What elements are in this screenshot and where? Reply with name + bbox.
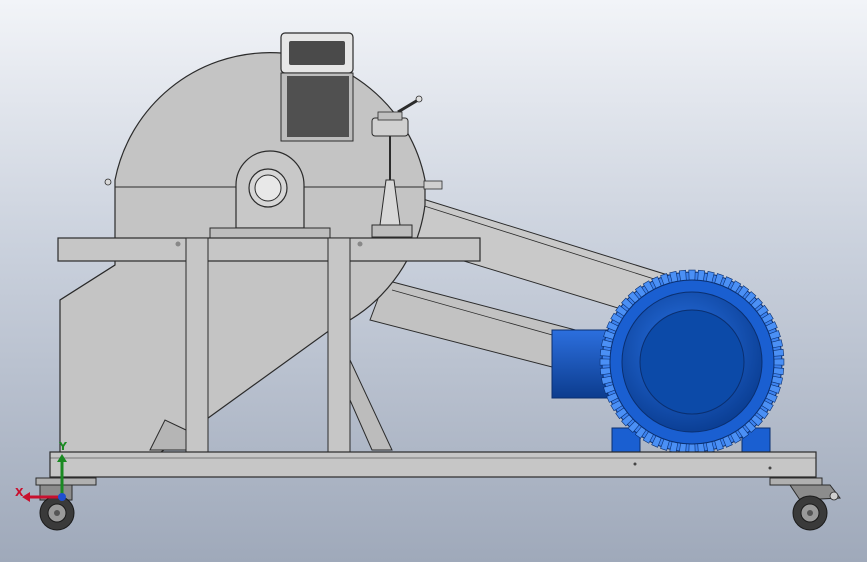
motor-fin [773, 358, 785, 366]
machine-drawing [22, 32, 841, 531]
feed-inlet[interactable] [280, 32, 354, 142]
motor-fin [599, 358, 611, 366]
motor-fin [688, 269, 696, 281]
motor-fin [678, 269, 687, 282]
motor-fin [599, 367, 612, 376]
motor-fin [772, 367, 785, 376]
y-axis-label: Y [59, 440, 67, 453]
caster-wheel-right [769, 477, 841, 531]
motor-fin [599, 348, 612, 357]
z-axis-dot [58, 493, 66, 501]
motor-fin [772, 348, 785, 357]
cad-viewport[interactable]: X Y [0, 0, 867, 562]
motor-fin [697, 269, 706, 282]
x-axis-label: X [15, 486, 24, 499]
base-rail [49, 451, 817, 478]
caster-wheel-left [35, 477, 97, 531]
